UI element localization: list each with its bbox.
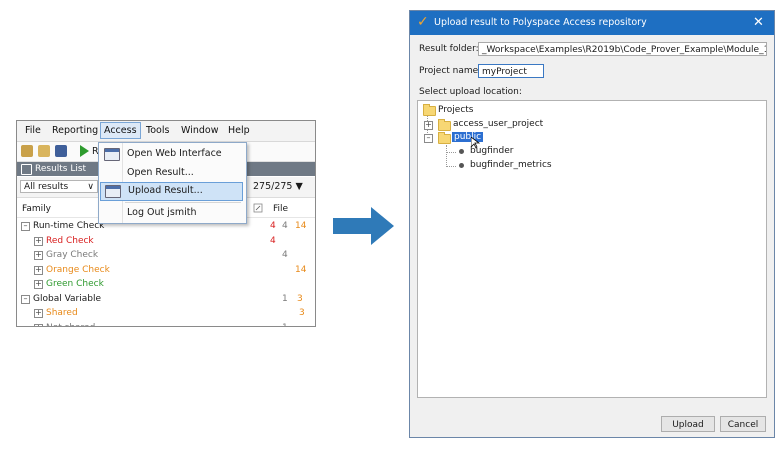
run-icon[interactable] bbox=[80, 145, 89, 157]
menu-item-label: Upload Result... bbox=[128, 185, 203, 196]
expand-icon[interactable]: + bbox=[34, 236, 43, 246]
project-name-label: Project name: bbox=[419, 66, 482, 76]
expand-icon[interactable]: + bbox=[34, 251, 43, 260]
row-label: Shared bbox=[46, 308, 78, 318]
table-row[interactable]: +Not shared 1 bbox=[17, 321, 315, 327]
row-value: 4 bbox=[270, 235, 276, 246]
menu-item-open-web-interface[interactable]: Open Web Interface bbox=[99, 145, 244, 163]
table-row[interactable]: + Orange Check 14 bbox=[17, 263, 315, 277]
result-count[interactable]: 275/275 ▼ bbox=[253, 181, 303, 192]
menu-access[interactable]: Access bbox=[100, 122, 141, 139]
row-label: Global Variable bbox=[33, 293, 102, 304]
row-label: Run-time Check bbox=[33, 221, 105, 231]
column-family[interactable]: Family bbox=[22, 204, 51, 214]
menu-item-label: Open Web Interface bbox=[127, 148, 222, 159]
menu-bar: File Reporting Access Tools Window Help bbox=[17, 121, 315, 142]
menu-tools[interactable]: Tools bbox=[143, 123, 172, 138]
arrow-right-icon bbox=[333, 207, 394, 245]
row-value: 3 bbox=[297, 293, 303, 304]
menu-reporting[interactable]: Reporting bbox=[49, 123, 101, 138]
folder-icon bbox=[423, 104, 436, 116]
row-value: 4 bbox=[282, 221, 288, 231]
row-value: 4 bbox=[270, 221, 276, 231]
result-count-value: 275/275 bbox=[253, 181, 293, 192]
row-label: Red Check bbox=[46, 235, 94, 246]
upload-location-tree: Projects + access_user_project – public … bbox=[417, 100, 767, 398]
tree-connector bbox=[446, 166, 456, 167]
menu-item-label: Log Out jsmith bbox=[127, 207, 197, 218]
expand-icon[interactable]: + bbox=[34, 309, 43, 318]
upload-icon bbox=[105, 185, 121, 198]
expand-icon[interactable]: + bbox=[34, 280, 43, 289]
collapse-icon[interactable]: – bbox=[21, 222, 30, 231]
results-filter-dropdown[interactable]: All results ∨ bbox=[20, 180, 98, 193]
table-row[interactable]: + Green Check bbox=[17, 277, 315, 291]
menu-item-label: Open Result... bbox=[127, 167, 194, 178]
result-folder-label: Result folder: bbox=[419, 44, 479, 54]
menu-window[interactable]: Window bbox=[178, 123, 221, 138]
access-menu-dropdown: Open Web Interface Open Result... Upload… bbox=[98, 142, 247, 224]
list-icon bbox=[21, 164, 32, 175]
web-interface-icon bbox=[104, 148, 120, 161]
tree-connector bbox=[446, 152, 456, 153]
tree-group-row[interactable]: – Global Variable 1 3 bbox=[17, 292, 315, 306]
expand-icon[interactable]: + bbox=[34, 323, 43, 326]
menu-file[interactable]: File bbox=[22, 123, 44, 138]
settings-icon[interactable] bbox=[21, 145, 33, 157]
table-row[interactable]: + Shared 3 bbox=[17, 306, 315, 320]
menu-item-log-out[interactable]: Log Out jsmith bbox=[99, 204, 244, 222]
menu-item-upload-result[interactable]: Upload Result... bbox=[100, 182, 243, 201]
row-label: Orange Check bbox=[46, 264, 110, 275]
expand-icon[interactable]: + bbox=[424, 121, 433, 130]
folder-icon bbox=[438, 119, 451, 131]
dialog-title: Upload result to Polyspace Access reposi… bbox=[434, 17, 647, 28]
row-value: 1 bbox=[282, 293, 288, 304]
table-row[interactable]: + Red Check 4 bbox=[17, 234, 315, 248]
project-name-input[interactable]: myProject bbox=[478, 64, 544, 78]
expand-icon[interactable]: + bbox=[34, 265, 43, 275]
tree-node-projects[interactable]: Projects bbox=[438, 104, 473, 117]
save-icon[interactable] bbox=[55, 145, 67, 157]
result-folder-input[interactable]: _Workspace\Examples\R2019b\Code_Prover_E… bbox=[478, 42, 767, 56]
table-row[interactable]: + Gray Check 4 bbox=[17, 248, 315, 262]
row-label: Green Check bbox=[46, 279, 104, 289]
tree-node-bugfinder-metrics[interactable]: bugfinder_metrics bbox=[470, 159, 552, 172]
close-icon[interactable]: ✕ bbox=[753, 15, 764, 30]
tree-node-access-user-project[interactable]: access_user_project bbox=[453, 118, 543, 131]
leaf-node-icon bbox=[459, 149, 464, 154]
collapse-icon[interactable]: – bbox=[21, 294, 30, 304]
leaf-node-icon bbox=[459, 163, 464, 168]
column-file[interactable]: File bbox=[273, 204, 288, 214]
results-filter-value: All results bbox=[24, 182, 69, 192]
cancel-button[interactable]: Cancel bbox=[720, 416, 766, 432]
folder-open-icon bbox=[438, 132, 451, 144]
column-filter-icon[interactable] bbox=[253, 203, 263, 213]
tree-connector bbox=[446, 145, 447, 167]
upload-location-label: Select upload location: bbox=[419, 87, 522, 97]
row-label: Not shared bbox=[46, 321, 95, 327]
menu-item-open-result[interactable]: Open Result... bbox=[99, 164, 244, 182]
tree-node-bugfinder[interactable]: bugfinder bbox=[470, 145, 513, 158]
row-value: 14 bbox=[295, 264, 307, 275]
upload-dialog: ✓ Upload result to Polyspace Access repo… bbox=[409, 10, 775, 438]
polyspace-logo-icon: ✓ bbox=[417, 14, 429, 30]
row-label: Gray Check bbox=[46, 250, 99, 260]
open-project-icon[interactable] bbox=[38, 145, 50, 157]
dialog-title-bar: ✓ Upload result to Polyspace Access repo… bbox=[410, 11, 774, 35]
chevron-down-icon: ∨ bbox=[87, 182, 94, 192]
row-value: 1 bbox=[282, 321, 288, 327]
menu-help[interactable]: Help bbox=[225, 123, 253, 138]
collapse-icon[interactable]: – bbox=[424, 134, 433, 143]
row-value: 4 bbox=[282, 250, 288, 260]
upload-button[interactable]: Upload bbox=[661, 416, 715, 432]
menu-separator bbox=[125, 202, 241, 203]
row-value: 3 bbox=[299, 308, 305, 318]
results-list-title: Results List bbox=[35, 164, 87, 174]
row-value: 14 bbox=[295, 221, 307, 231]
